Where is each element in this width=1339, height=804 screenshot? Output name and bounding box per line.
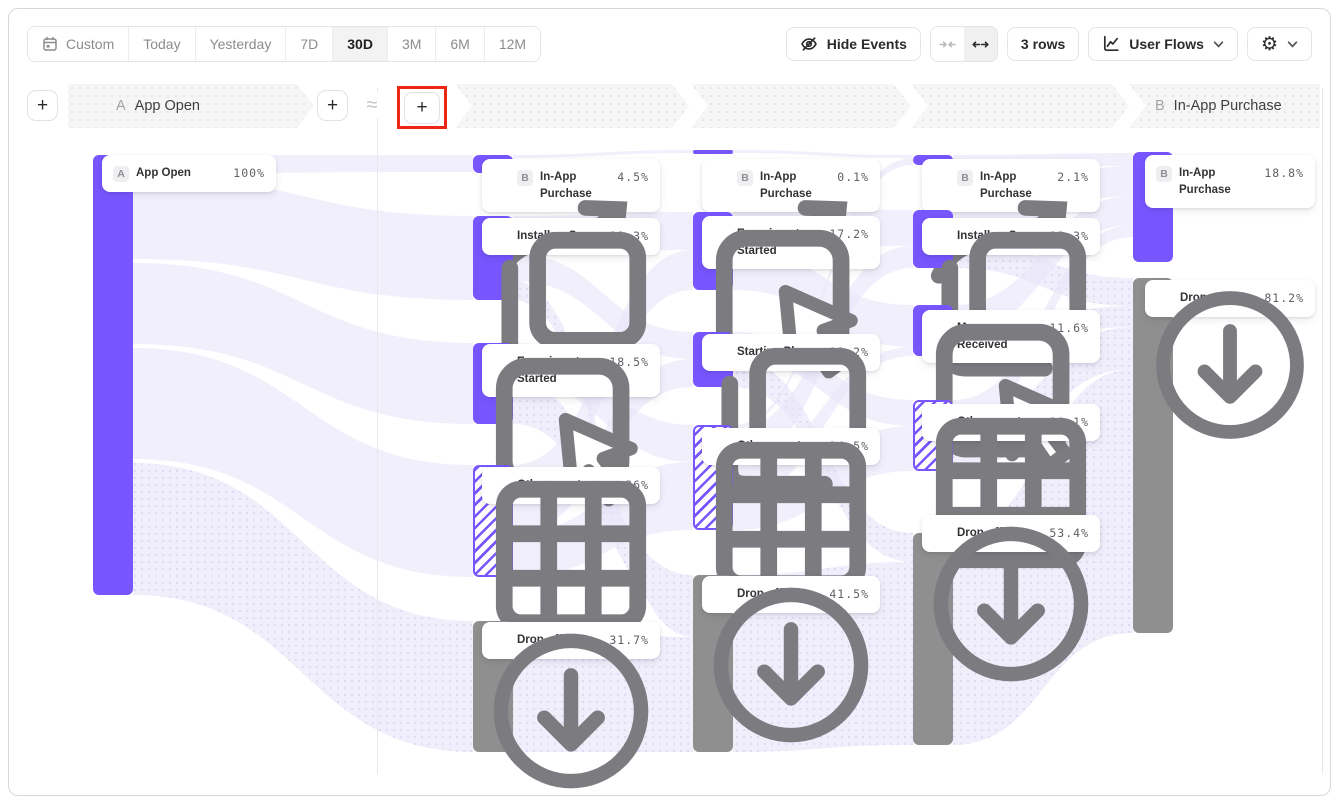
event-badge: A xyxy=(113,166,129,182)
rows-button[interactable]: 3 rows xyxy=(1007,27,1079,61)
flow-node-in-app-purchase[interactable]: BIn-App Purchase0.1% xyxy=(702,159,880,212)
add-step-middle-button[interactable]: + xyxy=(404,92,440,124)
grid-icon xyxy=(933,414,950,431)
date-range-label: 6M xyxy=(450,36,469,52)
arrows-out-icon xyxy=(972,36,989,53)
step-slot-2 xyxy=(455,84,689,128)
flow-node-app-open[interactable]: A App Open 100% xyxy=(102,155,276,192)
date-range-6m[interactable]: 6M xyxy=(435,27,483,61)
date-range-7d[interactable]: 7D xyxy=(285,27,332,61)
flow-node-experiment-started[interactable]: Experiment Started18.5% xyxy=(482,344,660,397)
flow-node-other-events[interactable]: Other events24.5% xyxy=(702,428,880,465)
column-divider xyxy=(1322,88,1323,774)
hide-events-button[interactable]: Hide Events xyxy=(786,27,921,61)
expand-columns-button[interactable] xyxy=(964,27,997,61)
flow-node-drop-off[interactable]: Drop-off41.5% xyxy=(702,576,880,613)
flow-node-drop-off[interactable]: Drop-off31.7% xyxy=(482,622,660,659)
date-range-label: Custom xyxy=(66,36,114,52)
date-range-label: 30D xyxy=(347,36,373,52)
gear-icon: ⚙ xyxy=(1261,35,1278,54)
date-range-today[interactable]: Today xyxy=(128,27,194,61)
drop-icon xyxy=(493,632,510,649)
date-range-label: Yesterday xyxy=(210,36,272,52)
flow-node-in-app-purchase[interactable]: BIn-App Purchase4.5% xyxy=(482,159,660,212)
add-step-after-a-button[interactable]: + xyxy=(317,90,348,121)
date-range-label: 12M xyxy=(499,36,526,52)
step-slot-end[interactable]: B In-App Purchase xyxy=(1129,84,1320,128)
step-badge: B xyxy=(1155,98,1165,114)
view-selector-label: User Flows xyxy=(1129,36,1204,52)
chevron-down-icon xyxy=(1213,39,1224,50)
date-range-3m[interactable]: 3M xyxy=(387,27,435,61)
approx-symbol: ≈ xyxy=(359,92,385,118)
flow-node-drop-off[interactable]: Drop-off53.4% xyxy=(922,515,1100,552)
column-divider xyxy=(377,88,378,774)
date-range-label: 3M xyxy=(402,36,421,52)
step-slot-4 xyxy=(911,84,1129,128)
eye-off-icon xyxy=(800,35,818,53)
node-value: 18.8% xyxy=(1264,165,1304,180)
step-label: In-App Purchase xyxy=(1174,98,1282,114)
date-range-yesterday[interactable]: Yesterday xyxy=(195,27,286,61)
copy-icon xyxy=(713,344,730,361)
collapse-columns-button[interactable] xyxy=(931,27,964,61)
flow-node-drop-off[interactable]: Drop-off81.2% xyxy=(1145,280,1315,317)
step-slot-start[interactable]: A App Open xyxy=(68,84,314,128)
rows-label: 3 rows xyxy=(1021,36,1065,52)
flow-node-install-or-open[interactable]: Install or Open12.3% xyxy=(922,218,1100,255)
flow-node-experiment-started[interactable]: Experiment Started17.2% xyxy=(702,216,880,269)
date-range-label: Today xyxy=(143,36,180,52)
flow-node-install-or-open[interactable]: Install or Open19.3% xyxy=(482,218,660,255)
settings-button[interactable]: ⚙ xyxy=(1247,27,1312,61)
flow-node-in-app-purchase[interactable]: B In-App Purchase 18.8% xyxy=(1145,155,1315,208)
step-badge: A xyxy=(116,98,126,114)
cursor-icon xyxy=(493,354,510,371)
flow-node-other-events[interactable]: Other events26% xyxy=(482,467,660,504)
node-value: 100% xyxy=(233,165,265,180)
flow-node-message-received[interactable]: Message Received11.6% xyxy=(922,310,1100,363)
arrows-in-icon xyxy=(939,36,956,53)
chevron-down-icon xyxy=(1287,39,1298,50)
trend-icon xyxy=(493,169,510,186)
flow-bar-in-app-purchase[interactable] xyxy=(693,150,733,154)
date-range-12m[interactable]: 12M xyxy=(484,27,540,61)
calendar-icon xyxy=(42,36,58,52)
date-range-label: 7D xyxy=(300,36,318,52)
event-badge: B xyxy=(1156,166,1172,182)
view-selector-button[interactable]: User Flows xyxy=(1088,27,1238,61)
date-range-group: Custom Today Yesterday 7D 30D 3M 6M 12M xyxy=(27,26,541,62)
flow-node-in-app-purchase[interactable]: BIn-App Purchase2.1% xyxy=(922,159,1100,212)
trend-icon xyxy=(713,169,730,186)
toolbar: Custom Today Yesterday 7D 30D 3M 6M 12M Hide Ev… xyxy=(27,27,1312,61)
grid-icon xyxy=(713,438,730,455)
cursor-icon xyxy=(933,320,950,337)
copy-icon xyxy=(493,228,510,245)
hide-events-label: Hide Events xyxy=(827,36,907,52)
flow-chart-icon xyxy=(1102,35,1120,53)
flow-node-other-events[interactable]: Other events16.1% xyxy=(922,404,1100,441)
user-flows-report: A App Open 100% BIn-App Purchase4.5% Install… xyxy=(0,0,1339,804)
flow-bar-app-open[interactable] xyxy=(93,155,133,595)
grid-icon xyxy=(493,477,510,494)
flow-ribbon xyxy=(513,150,693,158)
copy-icon xyxy=(933,228,950,245)
trend-icon xyxy=(933,169,950,186)
add-step-before-button[interactable]: + xyxy=(27,90,58,121)
node-label: App Open xyxy=(136,165,226,182)
node-label: In-App Purchase xyxy=(1179,165,1257,198)
step-slot-3 xyxy=(691,84,911,128)
drop-icon xyxy=(933,525,950,542)
flow-node-starting-play[interactable]: Starting Play12.2% xyxy=(702,334,880,371)
drop-icon xyxy=(1156,290,1173,307)
step-label: App Open xyxy=(135,98,200,114)
cursor-icon xyxy=(713,226,730,243)
flow-ribbon xyxy=(733,150,913,158)
date-range-30d[interactable]: 30D xyxy=(332,27,387,61)
date-range-custom[interactable]: Custom xyxy=(28,27,128,61)
width-toggle-group xyxy=(930,26,998,62)
action-highlight-box: + xyxy=(397,86,447,129)
drop-icon xyxy=(713,586,730,603)
